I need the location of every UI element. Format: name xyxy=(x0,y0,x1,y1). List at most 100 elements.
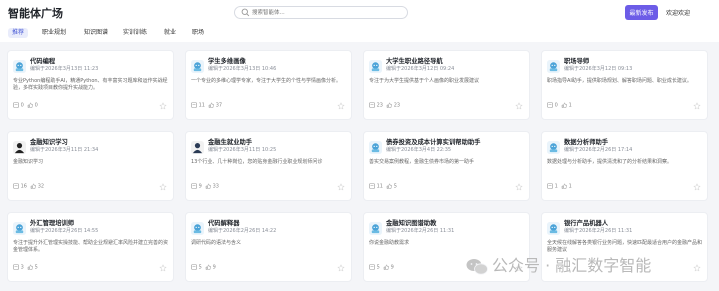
agent-card[interactable]: 金融生就业助手 编辑于2026年3月11日 10:25 13个行业、几十种岗位，您的… xyxy=(185,131,352,201)
usage-count: 5 xyxy=(198,264,202,271)
agent-name: 学生多维画像 xyxy=(208,58,246,65)
agent-avatar-icon xyxy=(191,139,204,154)
agent-avatar-icon xyxy=(13,220,26,235)
usage-icon xyxy=(13,264,19,271)
like-count: 32 xyxy=(37,183,45,190)
agent-description: 专注于为大学生提供基于个人画像的职业发展建议 xyxy=(369,78,480,84)
agent-description: 善实交易案例教程，金融生债券市场的第一助手 xyxy=(369,159,475,165)
like-count: 9 xyxy=(390,264,394,271)
agent-card[interactable]: 学生多维画像 编辑于2026年3月13日 10:46 一个专业的多维心理学专家，专注… xyxy=(185,50,352,120)
agent-description: 一个专业的多维心理学专家，专注于大学生的个性与学情画像分析。 xyxy=(191,78,342,84)
search-input[interactable] xyxy=(252,7,402,18)
agent-avatar-icon xyxy=(369,58,382,73)
agent-edited-time: 编辑于2026年3月11日 10:25 xyxy=(208,147,277,153)
usage-count: 11 xyxy=(376,183,383,190)
agent-name: 大学生职业路径导航 xyxy=(386,58,443,65)
tab-3[interactable]: 实训训练 xyxy=(123,28,147,38)
tab-1[interactable]: 职业规划 xyxy=(42,28,66,38)
tab-4[interactable]: 就业 xyxy=(164,28,176,38)
usage-icon xyxy=(191,183,197,190)
usage-icon xyxy=(547,102,553,109)
like-count-icon xyxy=(27,264,33,271)
agent-card[interactable]: 职场导师 编辑于2026年3月12日 09:13 职场指导AI助手，提供职场规划、解… xyxy=(541,50,708,120)
agent-name: 银行产品机器人 xyxy=(564,220,609,227)
tab-0[interactable]: 推荐 xyxy=(8,28,29,38)
like-count-icon xyxy=(30,183,36,190)
usage-count: 1 xyxy=(554,183,558,190)
favorite-star-icon[interactable] xyxy=(693,264,701,272)
tab-5[interactable]: 职场 xyxy=(192,28,204,38)
agent-name: 数据分析师助手 xyxy=(564,139,609,146)
agent-avatar-icon xyxy=(13,139,26,154)
agent-edited-time: 编辑于2026年2月26日 11:31 xyxy=(386,228,455,234)
agent-avatar-icon xyxy=(547,220,560,235)
agent-avatar-icon xyxy=(369,220,382,235)
usage-count: 3 xyxy=(20,264,24,271)
usage-count: 0 xyxy=(554,102,558,109)
agent-card[interactable]: 大学生职业路径导航 编辑于2026年3月12日 09:24 专注于为大学生提供基于个… xyxy=(363,50,530,120)
like-count: 33 xyxy=(212,183,219,190)
like-count: 37 xyxy=(215,102,223,109)
search-box[interactable] xyxy=(234,6,408,19)
like-count-icon xyxy=(386,102,392,109)
agent-card[interactable]: 代码编程 编辑于2026年3月13日 11:23 专业Python编程助手AI，精通… xyxy=(7,50,174,120)
favorite-star-icon[interactable] xyxy=(337,264,345,272)
tab-2[interactable]: 知识图谱 xyxy=(84,28,108,38)
search-icon xyxy=(241,8,250,17)
favorite-star-icon[interactable] xyxy=(515,102,523,110)
agent-name: 金融知识图谱助教 xyxy=(386,220,437,227)
usage-icon xyxy=(369,183,375,190)
favorite-star-icon[interactable] xyxy=(515,183,523,191)
welcome-text: 欢迎欢迎 xyxy=(666,10,691,17)
agent-avatar-icon xyxy=(547,139,560,154)
like-count: 0 xyxy=(34,102,38,109)
favorite-star-icon[interactable] xyxy=(159,102,167,110)
agent-stats: 11 5 xyxy=(369,183,397,190)
favorite-star-icon[interactable] xyxy=(337,183,345,191)
agent-card[interactable]: 金融知识学习 编辑于2026年3月11日 21:34 金融知识学习 16 32 xyxy=(7,131,174,201)
like-count: 1 xyxy=(568,102,572,109)
agent-avatar-icon xyxy=(191,220,204,235)
publish-button[interactable]: 最新发布 xyxy=(625,5,658,20)
agent-stats: 16 32 xyxy=(13,183,44,190)
favorite-star-icon[interactable] xyxy=(337,102,345,110)
like-count-icon xyxy=(208,102,214,109)
agent-name: 金融知识学习 xyxy=(30,139,68,146)
wechat-icon xyxy=(466,258,488,275)
favorite-star-icon[interactable] xyxy=(159,264,167,272)
agent-name: 外汇管理培训师 xyxy=(30,220,75,227)
agent-avatar-icon xyxy=(13,58,26,73)
agent-name: 债券投资及成本计算实训帮助助手 xyxy=(386,139,481,146)
favorite-star-icon[interactable] xyxy=(693,102,701,110)
like-count: 9 xyxy=(212,264,216,271)
agent-card[interactable]: 外汇管理培训师 编辑于2026年2月26日 14:55 专注于提升外汇管理实操技能、… xyxy=(7,212,174,282)
usage-count: 11 xyxy=(198,102,205,109)
agent-description: 职场指导AI助手，提供职场规划、解答职场问题、职业成长建议。 xyxy=(547,78,692,84)
agent-description: 专注于提升外汇管理实操技能、帮助企业规避汇率风险并建立完善的资金管理体系。 xyxy=(13,240,169,253)
agent-edited-time: 编辑于2026年3月4日 22:35 xyxy=(386,147,452,153)
usage-count: 5 xyxy=(376,264,380,271)
usage-icon xyxy=(369,264,375,271)
agent-name: 代码编程 xyxy=(30,58,56,65)
agent-edited-time: 编辑于2026年2月26日 17:14 xyxy=(564,147,633,153)
agent-name: 职场导师 xyxy=(564,58,590,65)
like-count: 23 xyxy=(393,102,401,109)
agent-card[interactable]: 数据分析师助手 编辑于2026年2月26日 17:14 数据处理与分析助手，提供清洗… xyxy=(541,131,708,201)
agent-description: 13个行业、几十种岗位，您的贴身金融行业职业规划师问诊 xyxy=(191,159,323,165)
usage-count: 16 xyxy=(20,183,27,190)
agent-stats: 23 23 xyxy=(369,102,400,109)
favorite-star-icon[interactable] xyxy=(693,183,701,191)
agent-card[interactable]: 代码解释器 编辑于2026年2月26日 14:22 调研代码的语法与含义 5 9 xyxy=(185,212,352,282)
agent-edited-time: 编辑于2026年2月26日 14:22 xyxy=(208,228,277,234)
like-count-icon xyxy=(386,183,392,190)
watermark-text: 公众号 · 融汇数字智能 xyxy=(492,256,652,275)
like-count: 5 xyxy=(34,264,38,271)
like-count: 1 xyxy=(568,183,572,190)
favorite-star-icon[interactable] xyxy=(159,183,167,191)
agent-card[interactable]: 债券投资及成本计算实训帮助助手 编辑于2026年3月4日 22:35 善实交易案例教… xyxy=(363,131,530,201)
agent-edited-time: 编辑于2026年3月12日 09:13 xyxy=(564,66,633,72)
agent-stats: 11 37 xyxy=(191,102,222,109)
agent-name: 金融生就业助手 xyxy=(208,139,253,146)
like-count-icon xyxy=(27,102,33,109)
agent-stats: 0 1 xyxy=(547,102,572,109)
